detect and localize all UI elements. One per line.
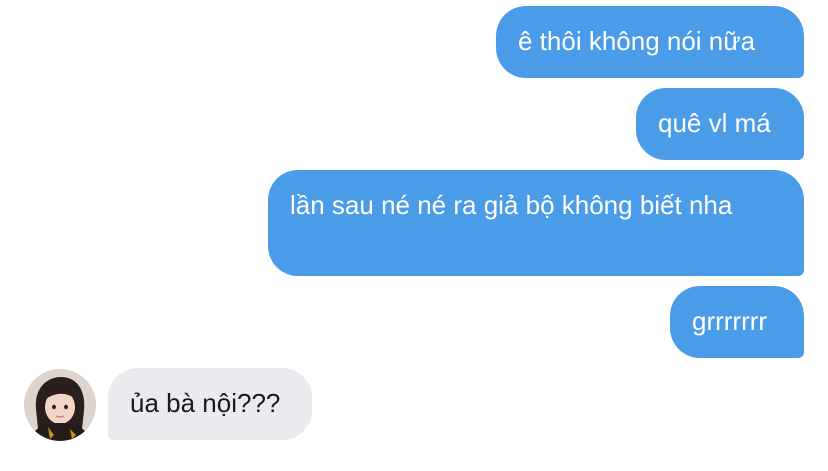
outgoing-message[interactable]: grrrrrrr [670,286,804,358]
conversation-thread: ê thôi không nói nữa quê vl má lần sau n… [0,0,828,471]
sender-avatar[interactable] [24,369,96,441]
outgoing-message[interactable]: ê thôi không nói nữa [496,6,804,78]
outgoing-message[interactable]: lần sau né né ra giả bộ không biết nha [268,170,804,276]
avatar-photo-icon [24,369,96,441]
incoming-message[interactable]: ủa bà nội??? [108,368,312,440]
outgoing-message[interactable]: quê vl má [636,88,804,160]
